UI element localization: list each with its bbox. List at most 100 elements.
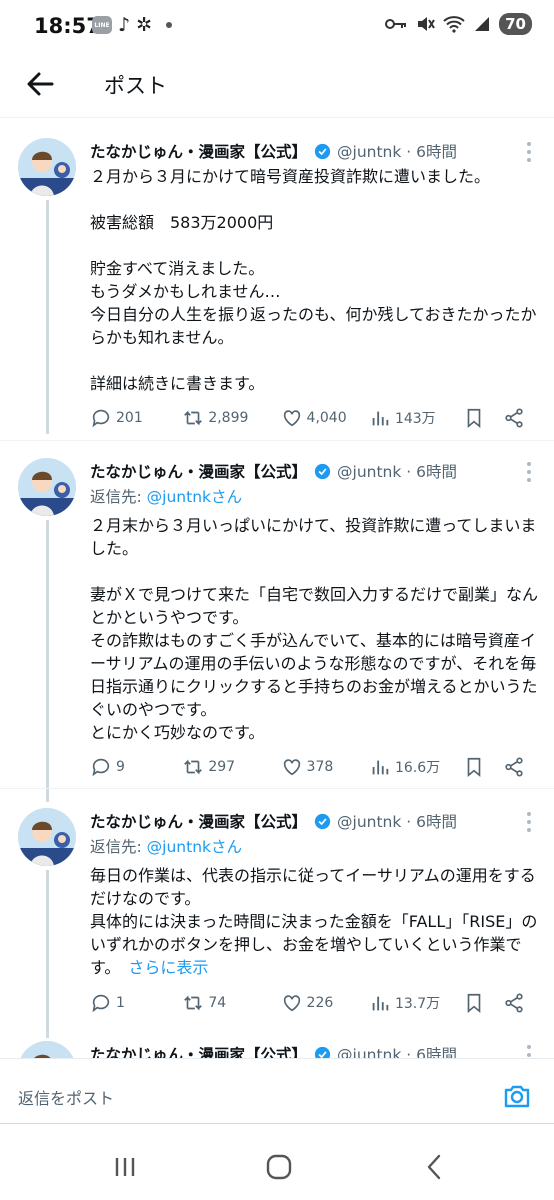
tweet-actions: 9 297 378 16.6万 <box>90 752 532 782</box>
verified-badge-icon <box>314 1046 331 1058</box>
heart-icon <box>283 995 300 1012</box>
verified-badge-icon <box>314 143 331 159</box>
reply-to-link[interactable]: @juntnkさん <box>147 838 242 856</box>
home-icon[interactable] <box>264 1152 294 1182</box>
tweet-header: たなかじゅん・漫画家【公式】 @juntnk · 6時間 <box>90 458 526 484</box>
views-button[interactable]: 13.7万 <box>369 992 463 1014</box>
share-button[interactable] <box>503 756 532 778</box>
tweet[interactable]: たなかじゅん・漫画家【公式】 @juntnk · 6時間 ２月から３月にかけて暗… <box>0 138 554 438</box>
tweet-line: 詳細は続きに書きます。 <box>90 374 265 393</box>
view-count: 143万 <box>394 411 436 427</box>
tweet-line: 今日自分の人生を振り返ったのも、何か残しておきたかったからかも知れません。 <box>90 305 537 347</box>
views-icon <box>372 411 389 426</box>
avatar[interactable] <box>18 1041 76 1058</box>
bookmark-button[interactable] <box>463 992 502 1014</box>
reply-to-prefix: 返信先: <box>90 838 147 856</box>
handle-and-time[interactable]: @juntnk · 6時間 <box>337 140 457 162</box>
display-name[interactable]: たなかじゅん・漫画家【公式】 <box>90 460 307 482</box>
reply-input[interactable]: 返信をポスト <box>18 1085 114 1109</box>
reply-button[interactable]: 9 <box>90 756 182 778</box>
avatar[interactable] <box>18 138 76 196</box>
tweet-header: たなかじゅん・漫画家【公式】 @juntnk · 6時間 <box>90 1041 526 1058</box>
repost-count: 2,899 <box>208 410 249 426</box>
bookmark-icon <box>467 757 481 778</box>
tweet-line: ２月末から３月いっぱいにかけて、投資詐欺に遭ってしまいました。 <box>90 516 537 558</box>
reply-to-prefix: 返信先: <box>90 488 147 506</box>
recent-apps-icon[interactable] <box>110 1152 140 1182</box>
tweet-text: ２月から３月にかけて暗号資産投資詐欺に遭いました。 被害総額 583万2000円… <box>90 165 540 395</box>
divider <box>0 788 554 789</box>
status-time: 18:57 <box>34 14 101 38</box>
more-vertical-icon[interactable] <box>526 141 532 163</box>
avatar[interactable] <box>18 458 76 516</box>
more-vertical-icon[interactable] <box>526 461 532 483</box>
display-name[interactable]: たなかじゅん・漫画家【公式】 <box>90 140 307 162</box>
tweet-actions: 1 74 226 13.7万 <box>90 988 532 1018</box>
handle-and-time[interactable]: @juntnk · 6時間 <box>337 1043 457 1058</box>
page-title: ポスト <box>104 74 167 98</box>
like-count: 4,040 <box>306 410 347 426</box>
tweet[interactable]: たなかじゅん・漫画家【公式】 @juntnk · 6時間 返信先: @juntn… <box>0 808 554 1028</box>
repost-icon <box>184 759 203 775</box>
tweet-line: もうダメかもしれません… <box>90 282 281 301</box>
more-notifications-dot-icon <box>166 22 173 28</box>
pinwheel-icon: ✲ <box>136 14 153 36</box>
share-button[interactable] <box>503 992 532 1014</box>
reply-button[interactable]: 201 <box>90 407 182 429</box>
reply-to-link[interactable]: @juntnkさん <box>147 488 242 506</box>
wifi-icon <box>443 16 465 33</box>
like-button[interactable]: 378 <box>281 756 369 778</box>
views-button[interactable]: 143万 <box>369 407 463 429</box>
repost-count: 297 <box>208 759 236 775</box>
more-vertical-icon[interactable] <box>526 811 532 833</box>
arrow-left-icon[interactable] <box>22 66 58 102</box>
reply-button[interactable]: 1 <box>90 992 182 1014</box>
handle-and-time[interactable]: @juntnk · 6時間 <box>337 460 457 482</box>
bookmark-icon <box>467 993 481 1014</box>
bookmark-button[interactable] <box>463 407 502 429</box>
bookmark-button[interactable] <box>463 756 502 778</box>
tweet-actions: 201 2,899 4,040 143万 <box>90 403 532 433</box>
tweet-line: とにかく巧妙なのです。 <box>90 723 265 742</box>
heart-icon <box>283 410 300 427</box>
comment-icon <box>92 758 110 777</box>
views-button[interactable]: 16.6万 <box>369 756 463 778</box>
views-icon <box>372 996 389 1011</box>
back-nav-icon[interactable] <box>420 1152 450 1182</box>
reply-count: 9 <box>116 759 125 775</box>
display-name[interactable]: たなかじゅん・漫画家【公式】 <box>90 1043 307 1058</box>
camera-icon[interactable] <box>502 1081 532 1111</box>
tweet-line: 貯金すべて消えました。 <box>90 259 265 278</box>
reply-to-line: 返信先: @juntnkさん <box>90 835 242 857</box>
like-button[interactable]: 226 <box>281 992 369 1014</box>
verified-badge-icon <box>314 463 331 479</box>
tweet[interactable]: たなかじゅん・漫画家【公式】 @juntnk · 6時間 返信先: @juntn… <box>0 458 554 798</box>
share-button[interactable] <box>503 407 532 429</box>
reply-composer: 返信をポスト <box>0 1058 554 1134</box>
tweet[interactable]: たなかじゅん・漫画家【公式】 @juntnk · 6時間 <box>0 1041 554 1058</box>
tweet-line: 妻がＸで見つけて来た「自宅で数回入力するだけで副業」なんとかというやつです。 <box>90 585 539 627</box>
reply-to-line: 返信先: @juntnkさん <box>90 485 242 507</box>
like-count: 226 <box>306 995 334 1011</box>
repost-icon <box>184 410 203 426</box>
repost-button[interactable]: 74 <box>182 992 280 1014</box>
comment-icon <box>92 409 110 428</box>
views-icon <box>372 760 389 775</box>
handle-and-time[interactable]: @juntnk · 6時間 <box>337 810 457 832</box>
status-bar: 18:57 LINE ♪ ✲ 70 <box>0 0 554 52</box>
line-app-icon: LINE <box>92 16 112 34</box>
more-vertical-icon[interactable] <box>526 1044 532 1058</box>
display-name[interactable]: たなかじゅん・漫画家【公式】 <box>90 810 307 832</box>
share-icon <box>504 408 523 428</box>
repost-button[interactable]: 2,899 <box>182 407 280 429</box>
like-button[interactable]: 4,040 <box>281 407 369 429</box>
avatar[interactable] <box>18 808 76 866</box>
repost-count: 74 <box>208 995 227 1011</box>
thread-feed[interactable]: たなかじゅん・漫画家【公式】 @juntnk · 6時間 ２月から３月にかけて暗… <box>0 118 554 1058</box>
repost-button[interactable]: 297 <box>182 756 280 778</box>
verified-badge-icon <box>314 813 331 829</box>
tweet-line: ２月から３月にかけて暗号資産投資詐欺に遭いました。 <box>90 167 491 186</box>
show-more-link[interactable]: さらに表示 <box>128 958 208 977</box>
comment-icon <box>92 994 110 1013</box>
system-nav-bar <box>0 1134 554 1200</box>
